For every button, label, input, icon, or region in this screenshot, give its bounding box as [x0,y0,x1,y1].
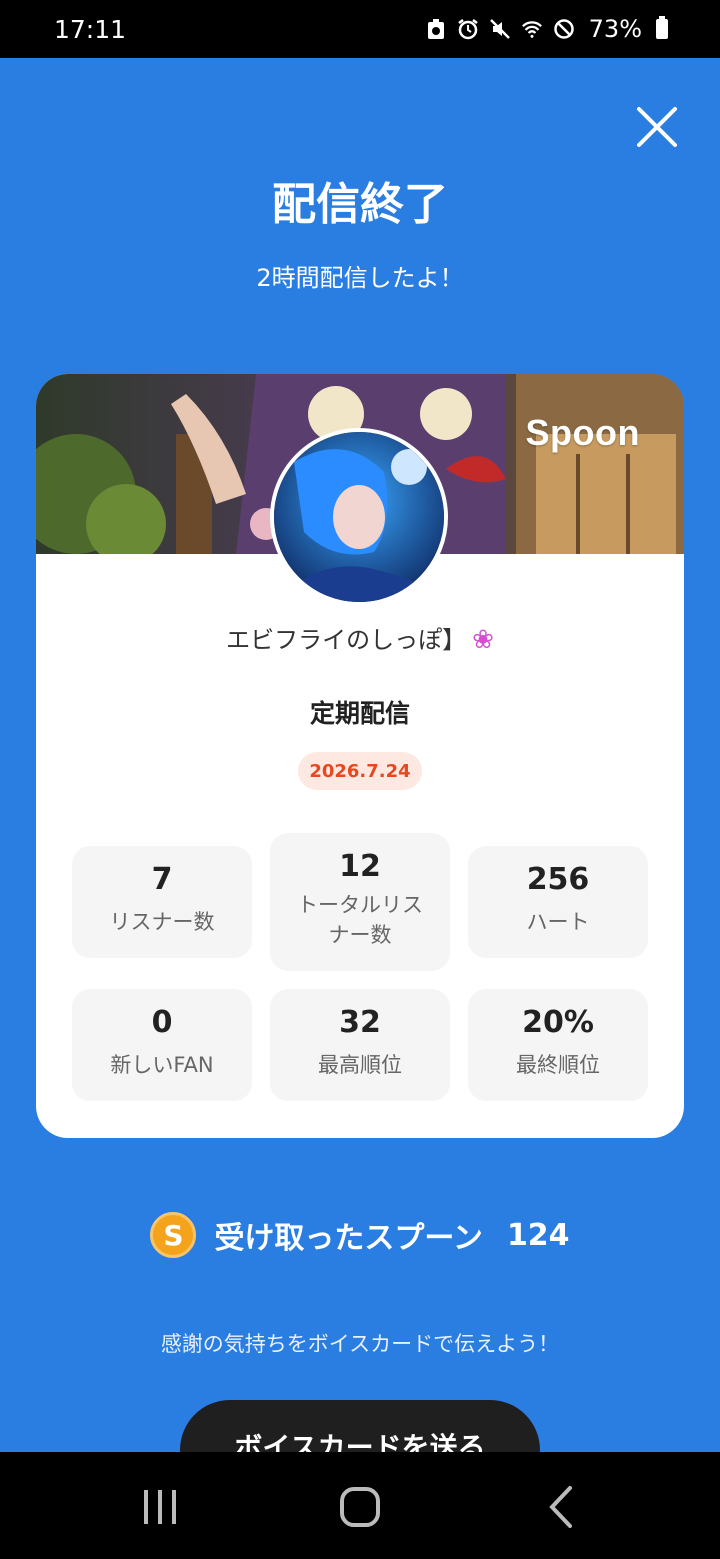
recent-apps-button[interactable] [130,1482,190,1532]
stat-label: リスナー数 [109,910,215,934]
navigation-bar [0,1452,720,1559]
stat-value: 12 [339,849,381,884]
stat-label-line1: トータルリス [297,893,423,917]
flower-emoji: ❀ [472,625,494,655]
stat-final-rank: 20% 最終順位 [468,989,648,1101]
wifi-icon [521,18,543,40]
spoons-label: 受け取ったスプーン [214,1221,483,1256]
stat-label: 最終順位 [516,1053,600,1077]
home-icon [340,1487,380,1527]
stat-best-rank: 32 最高順位 [270,989,450,1101]
date-badge: 2026.7.24 [298,752,422,790]
stat-hearts: 256 ハート [468,846,648,958]
stat-total-listeners: 12 トータルリス ナー数 [270,833,450,971]
alarm-icon [457,18,479,40]
username-text: エビフライのしっぽ】 [226,626,467,654]
summary-card: Spoon エビフライのしっぽ】 ❀ 定期配信 2026.7.24 7 リスナー数… [36,374,684,1138]
username: エビフライのしっぽ】 ❀ [36,620,684,655]
status-bar: 17:11 73% [0,0,720,58]
status-time: 17:11 [54,14,127,44]
stat-value: 20% [522,1005,594,1040]
back-button[interactable] [532,1482,592,1532]
spoon-logo: Spoon [525,412,640,453]
page-subtitle: 2時間配信したよ！ [256,264,464,292]
thanks-message: 感謝の気持ちをボイスカードで伝えよう！ [160,1332,560,1356]
page-title: 配信終了 [272,179,448,230]
home-button[interactable] [330,1482,390,1532]
stat-label: トータルリス ナー数 [270,890,450,950]
back-icon [549,1486,572,1528]
avatar[interactable] [270,428,448,606]
recycle-icon [425,18,447,40]
stat-value: 7 [151,862,173,897]
stat-new-fans: 0 新しいFAN [72,989,252,1101]
stat-value: 32 [339,1005,381,1040]
battery-icon [656,16,668,39]
recent-apps-icon [144,1490,176,1524]
close-icon [637,107,677,147]
stat-label-line2: ナー数 [328,923,392,947]
broadcast-title: 定期配信 [309,699,410,728]
stat-label: ハート [526,910,590,934]
stat-listeners: 7 リスナー数 [72,846,252,958]
mute-icon [489,18,511,40]
spoons-received: S 受け取ったスプーン 124 [0,1212,720,1258]
close-button[interactable] [636,106,678,148]
battery-percentage: 73% [588,15,642,43]
status-icons: 73% [425,15,668,43]
stat-label: 新しいFAN [110,1053,214,1077]
stat-value: 0 [151,1005,173,1040]
stat-label: 最高順位 [318,1053,402,1077]
spoons-count: 124 [506,1217,570,1253]
dnd-icon [553,18,575,40]
stat-value: 256 [526,862,590,897]
spoon-coin-icon: S [150,1212,197,1258]
